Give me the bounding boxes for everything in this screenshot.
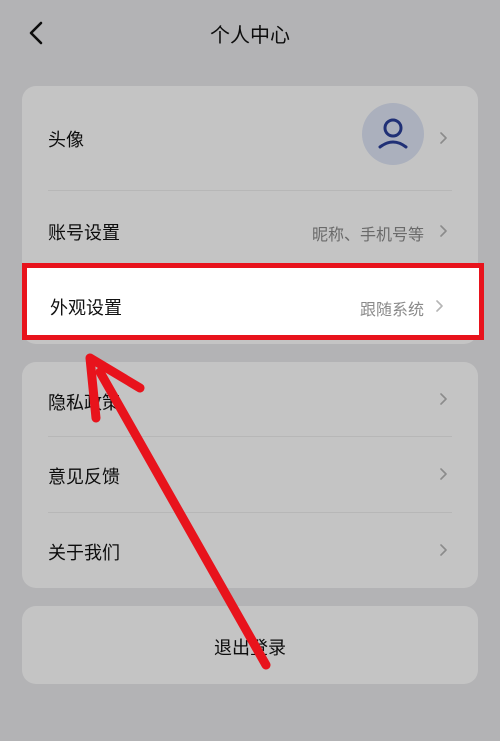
- user-icon: [378, 118, 408, 149]
- account-settings-label: 账号设置: [48, 223, 120, 244]
- privacy-policy-label: 隐私政策: [48, 393, 120, 414]
- avatar-row[interactable]: 头像: [22, 86, 478, 190]
- info-card: 隐私政策 意见反馈 关于我们: [22, 362, 478, 588]
- page-title: 个人中心: [210, 23, 290, 47]
- logout-button[interactable]: 退出登录: [22, 606, 478, 684]
- account-settings-value: 昵称、手机号等: [311, 225, 424, 244]
- appearance-settings-row[interactable]: 外观设置 跟随系统: [22, 263, 484, 340]
- privacy-policy-row[interactable]: 隐私政策: [22, 362, 478, 436]
- feedback-row[interactable]: 意见反馈: [22, 437, 478, 512]
- chevron-right-icon: [436, 300, 443, 312]
- avatar[interactable]: [362, 103, 424, 165]
- about-us-label: 关于我们: [48, 543, 120, 564]
- profile-page: 个人中心 头像 账号设置 昵称、手机号等 外观设置 跟随系统 隐私政策 意见反馈…: [0, 0, 500, 741]
- header: 个人中心: [0, 0, 500, 70]
- chevron-right-icon: [440, 225, 447, 237]
- chevron-right-icon: [440, 393, 447, 405]
- appearance-settings-label: 外观设置: [50, 298, 122, 319]
- appearance-settings-value: 跟随系统: [359, 300, 424, 319]
- logout-label: 退出登录: [214, 638, 286, 659]
- account-settings-row[interactable]: 账号设置 昵称、手机号等: [22, 191, 478, 269]
- chevron-right-icon: [440, 132, 447, 144]
- feedback-label: 意见反馈: [48, 467, 120, 488]
- about-us-row[interactable]: 关于我们: [22, 513, 478, 588]
- chevron-right-icon: [440, 468, 447, 480]
- avatar-label: 头像: [48, 130, 84, 151]
- chevron-right-icon: [440, 544, 447, 556]
